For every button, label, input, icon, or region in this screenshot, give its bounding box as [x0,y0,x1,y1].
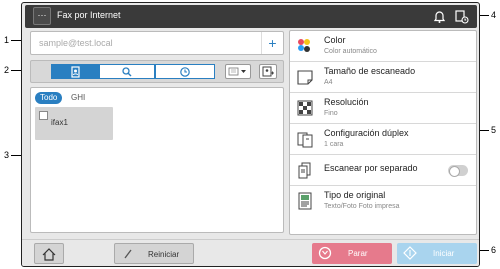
setting-original-type[interactable]: Tipo de original Texto/Foto Foto impresa [290,186,476,234]
setting-duplex-value: 1 cara [324,141,344,148]
settings-panel: Color Color automático Tamaño de escanea… [289,30,477,235]
stop-button[interactable]: Parar [312,243,392,264]
page-title: Fax por Internet [57,10,121,20]
sort-dropdown[interactable] [225,64,251,79]
setting-resolution-title: Resolución [324,97,369,107]
pencil-icon [124,249,132,259]
setting-duplex[interactable]: Configuración dúplex 1 cara [290,124,476,155]
callout-1: 1 [4,35,10,45]
callout-2: 2 [4,65,10,75]
duplex-icon [296,130,314,148]
add-address-button[interactable]: + [261,32,283,54]
setting-color-value: Color automático [324,48,377,55]
footer-bar: Reiniciar Parar Iniciar [22,239,479,266]
filter-all[interactable]: Todo [35,92,63,104]
setting-scan-size-value: A4 [324,79,333,86]
setting-color-title: Color [324,35,346,45]
address-placeholder: sample@test.local [39,38,113,48]
tab-search[interactable] [99,64,155,79]
color-icon [296,37,314,55]
setting-scan-size[interactable]: Tamaño de escaneado A4 [290,62,476,93]
callout-4: 4 [491,10,497,20]
setting-resolution-value: Fino [324,110,338,117]
entry-label: ifax1 [51,118,68,127]
address-detail-button[interactable] [259,64,277,79]
setting-resolution[interactable]: Resolución Fino [290,93,476,124]
setting-scan-size-title: Tamaño de escaneado [324,66,416,76]
sort-dropdown-icon [228,67,246,76]
list-item[interactable]: ifax1 [35,107,113,140]
clock-icon [180,66,190,77]
start-button[interactable]: Iniciar [397,243,477,264]
setting-original-type-title: Tipo de original [324,190,386,200]
setting-separate-scan[interactable]: Escanear por separado [290,155,476,186]
reset-label: Reiniciar [148,250,180,259]
original-type-icon [296,192,314,210]
setting-color[interactable]: Color Color automático [290,31,476,62]
device-screen: ··· Fax por Internet sample@test.local +… [21,2,480,267]
separate-scan-toggle[interactable] [448,165,468,177]
setting-separate-scan-title: Escanear por separado [324,163,418,173]
header-bar: ··· Fax por Internet [25,5,477,28]
address-book-icon [71,65,80,78]
bell-icon[interactable] [431,8,448,25]
job-status-icon[interactable] [453,8,470,25]
resolution-icon [296,99,314,117]
setting-duplex-title: Configuración dúplex [324,128,409,138]
address-input[interactable]: sample@test.local + [30,31,284,55]
address-tabs [30,60,284,83]
tab-history[interactable] [155,64,215,79]
callout-6: 6 [491,245,497,255]
filter-ghi[interactable]: GHI [66,92,90,104]
menu-button[interactable]: ··· [33,7,51,25]
tab-address-book[interactable] [51,64,99,79]
callout-5: 5 [491,125,497,135]
home-button[interactable] [34,243,64,264]
separate-scan-icon [296,161,314,179]
home-icon [42,248,56,261]
scan-size-icon [296,68,314,86]
setting-original-type-value: Texto/Foto Foto impresa [324,203,400,210]
entry-checkbox[interactable] [39,111,48,120]
start-icon [403,246,417,260]
search-icon [122,66,132,76]
address-list: Todo GHI ifax1 [30,87,284,233]
address-detail-icon [262,66,274,77]
start-label: Iniciar [433,249,455,258]
callout-3: 3 [4,150,10,160]
stop-icon [318,246,332,260]
reset-button[interactable]: Reiniciar [114,243,194,264]
stop-label: Parar [348,249,368,258]
